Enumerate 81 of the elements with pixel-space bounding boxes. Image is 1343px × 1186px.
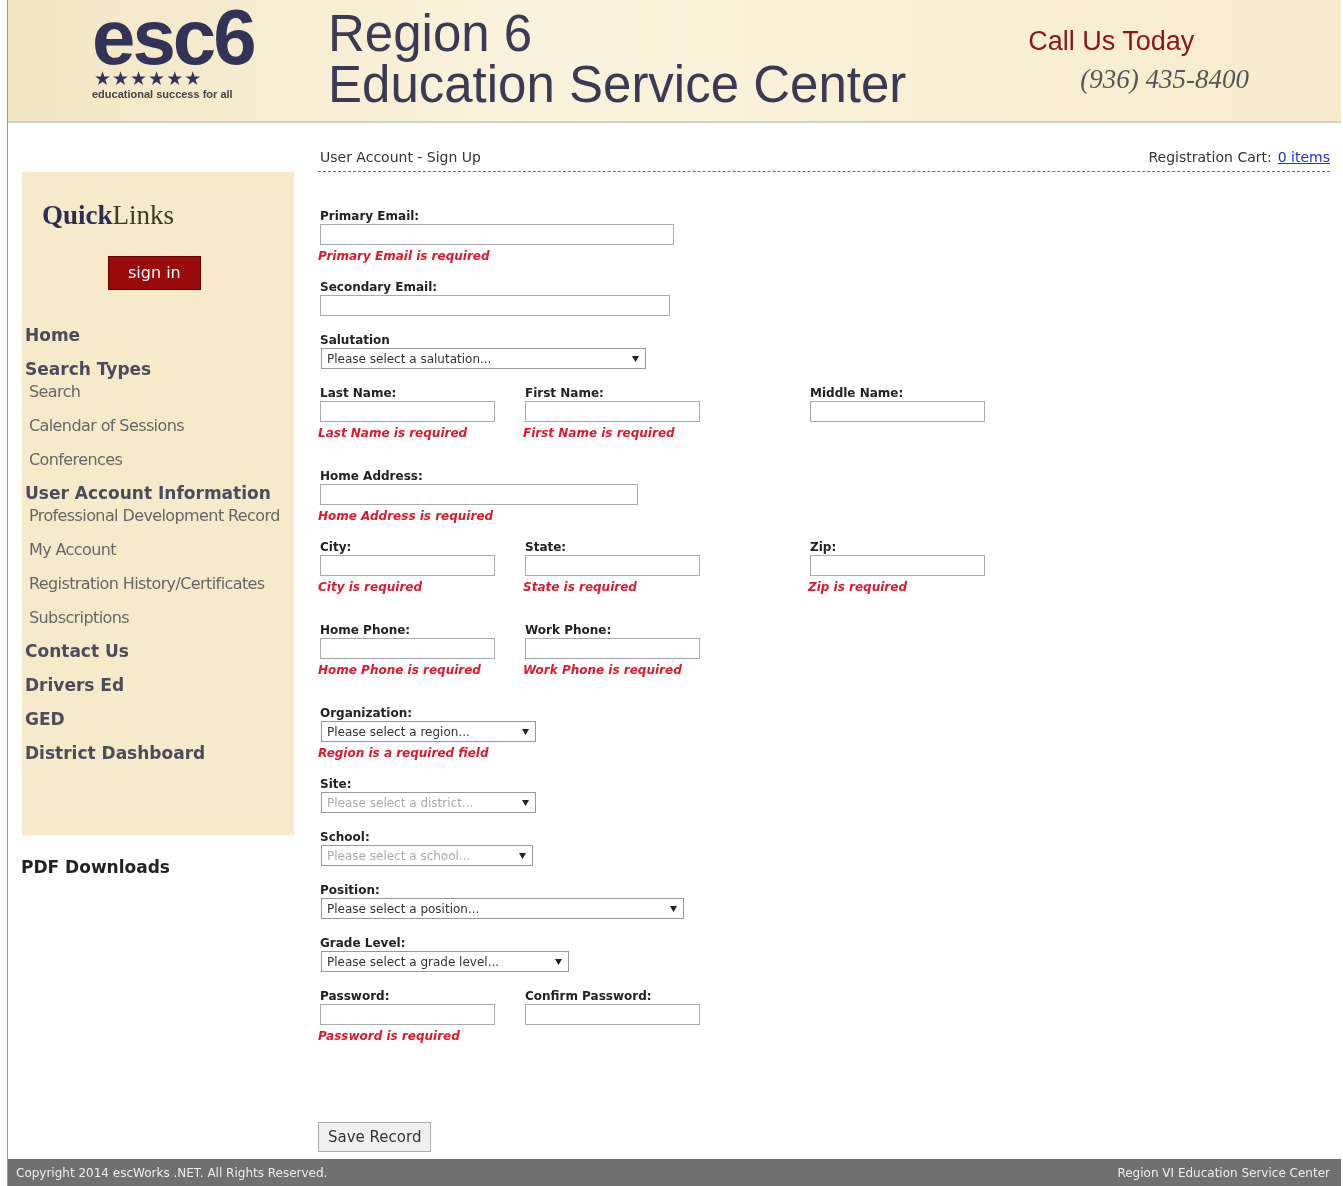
logo-text: esc6 xyxy=(92,6,255,68)
field-label: Zip: xyxy=(810,539,838,555)
error-message: First Name is required xyxy=(523,426,676,440)
error-message: Last Name is required xyxy=(318,426,469,440)
error-message: Work Phone is required xyxy=(523,663,683,677)
sidebar-link[interactable]: Contact Us xyxy=(25,640,294,662)
field-label: School: xyxy=(320,829,371,845)
sidebar-link[interactable]: Drivers Ed xyxy=(25,674,294,696)
field-label: Grade Level: xyxy=(320,935,407,951)
field-label: Organization: xyxy=(320,705,413,721)
phone-number: (936) 435-8400 xyxy=(1080,63,1249,96)
dropdown-caret-icon xyxy=(522,728,529,735)
field-label: Work Phone: xyxy=(525,622,613,638)
field-label: First Name: xyxy=(525,385,605,401)
input-field[interactable] xyxy=(525,1004,700,1025)
field-label: Position: xyxy=(320,882,381,898)
error-message: Password is required xyxy=(318,1029,461,1043)
field-label: Secondary Email: xyxy=(320,279,439,295)
error-message: Region is a required field xyxy=(318,746,490,760)
quicklinks-title: QuickLinks xyxy=(42,199,176,231)
error-message: Zip is required xyxy=(808,580,908,594)
error-message: Home Phone is required xyxy=(318,663,482,677)
field-label: Middle Name: xyxy=(810,385,905,401)
input-field[interactable] xyxy=(320,224,674,245)
input-field[interactable] xyxy=(810,401,985,422)
select-dropdown[interactable]: Please select a grade level... xyxy=(321,951,569,972)
sidebar-link[interactable]: District Dashboard xyxy=(25,742,294,764)
error-message: City is required xyxy=(318,580,424,594)
sidebar-sublink[interactable]: Registration History/Certificates xyxy=(29,572,291,595)
sign-in-button[interactable]: sign in xyxy=(108,256,201,290)
sidebar-link[interactable]: GED xyxy=(25,708,294,730)
footer-org: Region VI Education Service Center xyxy=(1117,1164,1330,1182)
copyright-text: Copyright 2014 escWorks .NET. All Rights Reserved. xyxy=(16,1164,328,1182)
field-label: Last Name: xyxy=(320,385,398,401)
sidebar-link[interactable]: Search Types xyxy=(25,358,294,380)
select-dropdown[interactable]: Please select a position... xyxy=(321,898,684,919)
input-field[interactable] xyxy=(320,555,495,576)
sidebar-sublink[interactable]: Calendar of Sessions xyxy=(29,414,291,437)
save-button[interactable]: Save Record xyxy=(318,1122,432,1152)
field-label: Site: xyxy=(320,776,353,792)
field-label: Home Address: xyxy=(320,468,424,484)
logo-tagline: educational success for all xyxy=(92,88,234,101)
error-message: Primary Email is required xyxy=(318,249,491,263)
dropdown-caret-icon xyxy=(519,852,526,859)
input-field[interactable] xyxy=(320,295,670,316)
error-message: Home Address is required xyxy=(318,509,495,523)
field-label: Confirm Password: xyxy=(525,988,653,1004)
dropdown-caret-icon xyxy=(522,799,529,806)
field-label: State: xyxy=(525,539,568,555)
field-label: Primary Email: xyxy=(320,208,421,224)
sidebar-link[interactable]: PDF Downloads xyxy=(21,855,318,881)
input-field[interactable] xyxy=(810,555,985,576)
input-field[interactable] xyxy=(320,401,495,422)
input-field[interactable] xyxy=(320,1004,495,1025)
sidebar-sublink[interactable]: Search xyxy=(29,380,291,403)
field-label: Password: xyxy=(320,988,391,1004)
dropdown-caret-icon xyxy=(555,958,562,965)
input-field[interactable] xyxy=(320,638,495,659)
input-field[interactable] xyxy=(525,401,700,422)
sidebar-sublink[interactable]: My Account xyxy=(29,538,291,561)
error-message: State is required xyxy=(523,580,638,594)
sidebar-sublink[interactable]: Professional Development Record xyxy=(29,504,291,527)
field-label: Home Phone: xyxy=(320,622,412,638)
cart-link[interactable]: 0 items xyxy=(1277,146,1330,168)
logo-stars: ★★★★★★ xyxy=(94,68,204,88)
sidebar-sublink[interactable]: Conferences xyxy=(29,448,291,471)
field-label: City: xyxy=(320,539,353,555)
field-label: Salutation xyxy=(320,332,391,348)
dropdown-caret-icon xyxy=(670,905,677,912)
sidebar-link[interactable]: Home xyxy=(25,324,294,346)
sidebar-sublink[interactable]: Subscriptions xyxy=(29,606,291,629)
page-title: User Account - Sign Up xyxy=(320,148,481,167)
select-dropdown[interactable]: Please select a salutation... xyxy=(321,348,646,369)
select-dropdown[interactable]: Please select a region... xyxy=(321,721,536,742)
dropdown-caret-icon xyxy=(632,355,639,362)
input-field[interactable] xyxy=(525,555,700,576)
cart-label: Registration Cart: xyxy=(1148,148,1272,167)
input-field[interactable] xyxy=(525,638,700,659)
input-field[interactable] xyxy=(320,484,638,505)
sidebar-link[interactable]: User Account Information xyxy=(25,482,294,504)
call-us-text: Call Us Today xyxy=(1028,25,1195,58)
